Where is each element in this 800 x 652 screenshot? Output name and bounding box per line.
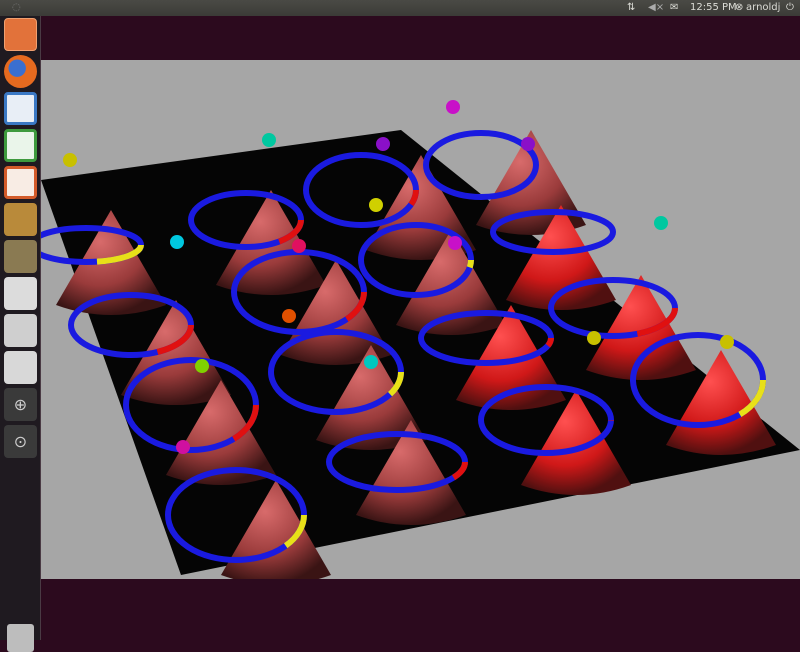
zoom-reset-icon[interactable]: ⊙ xyxy=(4,425,37,458)
top-panel: ◌ ⇅ ◀× ✉ 12:55 PM ⊗ arnoldj ⏻ xyxy=(0,0,800,16)
volume-icon[interactable]: ◀× xyxy=(648,0,664,16)
ball xyxy=(369,198,383,212)
firefox-icon[interactable] xyxy=(4,55,37,88)
software-center-icon[interactable] xyxy=(4,203,37,236)
camera-icon[interactable] xyxy=(4,314,37,347)
terminal-icon[interactable] xyxy=(4,351,37,384)
trash-icon[interactable] xyxy=(7,624,34,652)
network-icon[interactable]: ⇅ xyxy=(627,0,635,16)
calc-icon[interactable] xyxy=(4,129,37,162)
ubuntu-logo-icon[interactable]: ◌ xyxy=(12,0,21,16)
inkscape-icon[interactable] xyxy=(4,277,37,310)
ball xyxy=(521,137,535,151)
ball xyxy=(446,100,460,114)
ball xyxy=(654,216,668,230)
3d-scene xyxy=(41,60,800,579)
ball xyxy=(282,309,296,323)
ball xyxy=(720,335,734,349)
user-icon[interactable]: ⊗ xyxy=(735,0,743,16)
impress-icon[interactable] xyxy=(4,166,37,199)
home-folder-icon[interactable] xyxy=(4,18,37,51)
zoom-in-icon[interactable]: ⊕ xyxy=(4,388,37,421)
gimp-icon[interactable] xyxy=(4,240,37,273)
ball xyxy=(292,239,306,253)
ball xyxy=(262,133,276,147)
ball xyxy=(63,153,77,167)
ball xyxy=(170,235,184,249)
ball xyxy=(176,440,190,454)
ball xyxy=(364,355,378,369)
writer-icon[interactable] xyxy=(4,92,37,125)
ball xyxy=(376,137,390,151)
ball xyxy=(195,359,209,373)
mail-icon[interactable]: ✉ xyxy=(670,0,678,16)
ball xyxy=(587,331,601,345)
power-icon[interactable]: ⏻ xyxy=(786,0,794,16)
username[interactable]: arnoldj xyxy=(746,0,780,16)
clock[interactable]: 12:55 PM xyxy=(690,0,737,16)
ball xyxy=(448,236,462,250)
launcher: ⊕ ⊙ xyxy=(0,16,41,652)
